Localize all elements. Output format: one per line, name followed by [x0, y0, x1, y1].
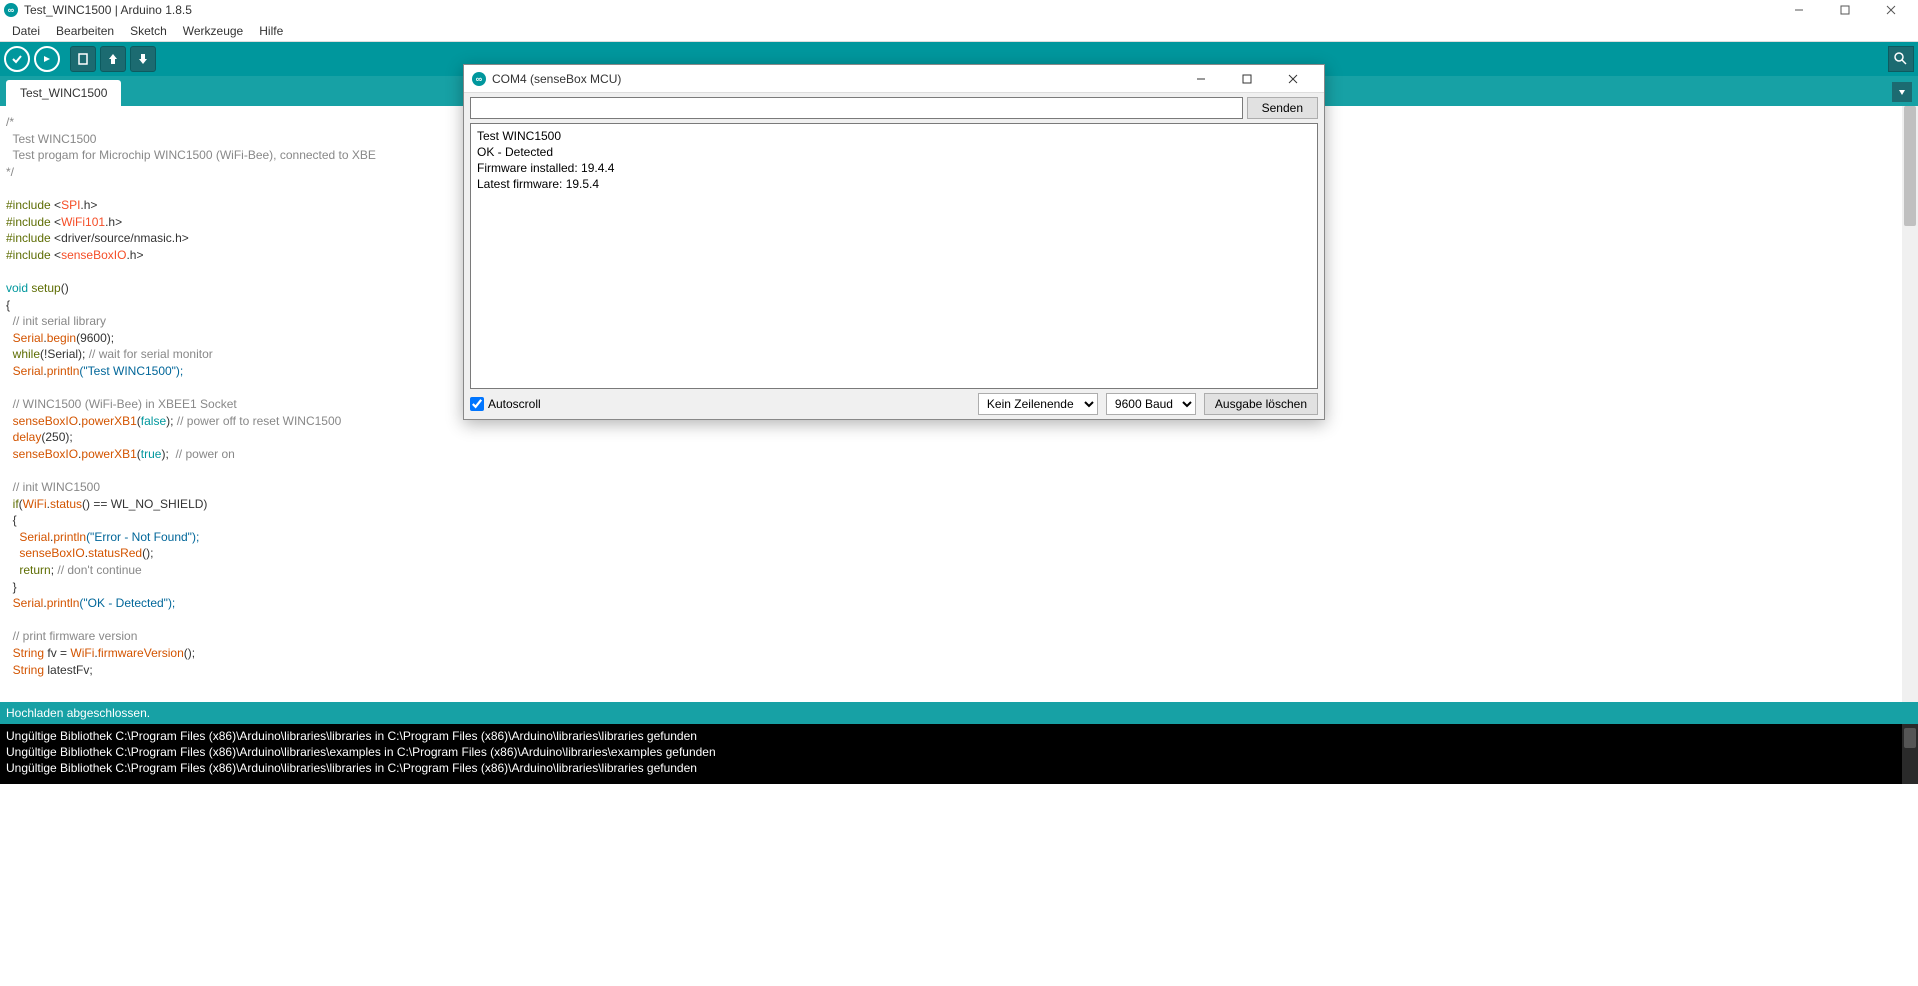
tab-menu-button[interactable] — [1892, 82, 1912, 102]
code-line: // init WINC1500 — [6, 479, 1912, 496]
menu-help[interactable]: Hilfe — [251, 22, 291, 40]
console-line: Ungültige Bibliothek C:\Program Files (x… — [6, 728, 1912, 744]
serial-monitor-window: ∞ COM4 (senseBox MCU) Senden Test WINC15… — [463, 64, 1325, 420]
verify-button[interactable] — [4, 46, 30, 72]
autoscroll-label: Autoscroll — [488, 397, 541, 411]
code-line: senseBoxIO.statusRed(); — [6, 545, 1912, 562]
code-line: if(WiFi.status() == WL_NO_SHIELD) — [6, 496, 1912, 513]
upload-button[interactable] — [34, 46, 60, 72]
serial-input[interactable] — [470, 97, 1243, 119]
serial-monitor-button[interactable] — [1888, 46, 1914, 72]
editor-scrollbar[interactable] — [1902, 106, 1918, 702]
arduino-logo-icon: ∞ — [472, 72, 486, 86]
serial-output-line: Test WINC1500 — [477, 128, 1311, 144]
console-scrollbar-thumb[interactable] — [1904, 728, 1916, 748]
close-button[interactable] — [1868, 0, 1914, 20]
code-line: // print firmware version — [6, 628, 1912, 645]
minimize-button[interactable] — [1776, 0, 1822, 20]
status-bar: Hochladen abgeschlossen. — [0, 702, 1918, 724]
serial-titlebar[interactable]: ∞ COM4 (senseBox MCU) — [464, 65, 1324, 93]
serial-minimize-button[interactable] — [1178, 65, 1224, 93]
line-ending-select[interactable]: Kein Zeilenende — [978, 393, 1098, 415]
baud-select[interactable]: 9600 Baud — [1106, 393, 1196, 415]
console-line: Ungültige Bibliothek C:\Program Files (x… — [6, 744, 1912, 760]
editor-scrollbar-thumb[interactable] — [1904, 106, 1916, 226]
save-button[interactable] — [130, 46, 156, 72]
console: Ungültige Bibliothek C:\Program Files (x… — [0, 724, 1918, 784]
status-text: Hochladen abgeschlossen. — [6, 706, 150, 720]
console-scrollbar[interactable] — [1902, 724, 1918, 784]
code-line: delay(250); — [6, 429, 1912, 446]
window-title: Test_WINC1500 | Arduino 1.8.5 — [24, 3, 192, 17]
serial-send-button[interactable]: Senden — [1247, 97, 1318, 119]
window-controls — [1776, 0, 1914, 20]
code-line: return; // don't continue — [6, 562, 1912, 579]
code-line: } — [6, 579, 1912, 596]
serial-input-row: Senden — [464, 93, 1324, 123]
menu-tools[interactable]: Werkzeuge — [175, 22, 251, 40]
serial-title: COM4 (senseBox MCU) — [492, 72, 621, 86]
code-line: senseBoxIO.powerXB1(true); // power on — [6, 446, 1912, 463]
open-button[interactable] — [100, 46, 126, 72]
console-line: Ungültige Bibliothek C:\Program Files (x… — [6, 760, 1912, 776]
code-line: String fv = WiFi.firmwareVersion(); — [6, 645, 1912, 662]
serial-maximize-button[interactable] — [1224, 65, 1270, 93]
code-line: Serial.println("OK - Detected"); — [6, 595, 1912, 612]
serial-output[interactable]: Test WINC1500 OK - Detected Firmware ins… — [470, 123, 1318, 389]
serial-output-line: Latest firmware: 19.5.4 — [477, 176, 1311, 192]
serial-window-controls — [1178, 65, 1316, 93]
new-button[interactable] — [70, 46, 96, 72]
tab-sketch[interactable]: Test_WINC1500 — [6, 80, 121, 106]
serial-output-line: Firmware installed: 19.4.4 — [477, 160, 1311, 176]
serial-bottom-row: Autoscroll Kein Zeilenende 9600 Baud Aus… — [464, 389, 1324, 419]
serial-output-line: OK - Detected — [477, 144, 1311, 160]
code-line: Serial.println("Error - Not Found"); — [6, 529, 1912, 546]
serial-close-button[interactable] — [1270, 65, 1316, 93]
code-line: { — [6, 512, 1912, 529]
clear-output-button[interactable]: Ausgabe löschen — [1204, 393, 1318, 415]
menu-file[interactable]: Datei — [4, 22, 48, 40]
autoscroll-checkbox[interactable] — [470, 397, 484, 411]
menubar: Datei Bearbeiten Sketch Werkzeuge Hilfe — [0, 20, 1918, 42]
maximize-button[interactable] — [1822, 0, 1868, 20]
arduino-logo-icon: ∞ — [4, 3, 18, 17]
code-line — [6, 612, 1912, 629]
autoscroll-checkbox-label[interactable]: Autoscroll — [470, 397, 541, 411]
menu-sketch[interactable]: Sketch — [122, 22, 175, 40]
code-line — [6, 462, 1912, 479]
menu-edit[interactable]: Bearbeiten — [48, 22, 122, 40]
code-line: String latestFv; — [6, 662, 1912, 679]
main-titlebar: ∞ Test_WINC1500 | Arduino 1.8.5 — [0, 0, 1918, 20]
